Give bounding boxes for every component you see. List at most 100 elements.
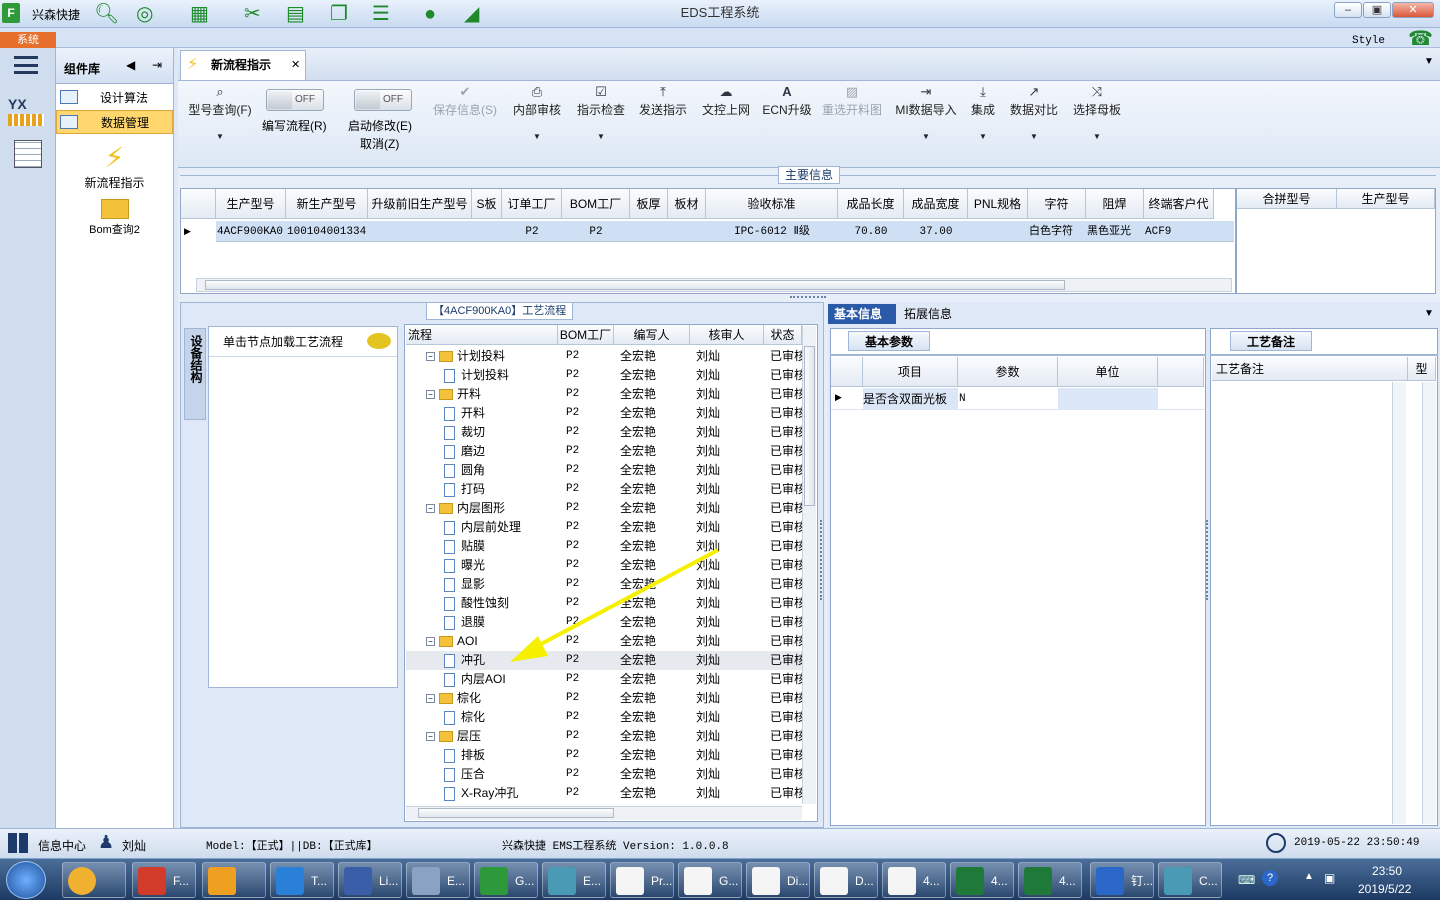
tray-arrow-icon[interactable]: ▲ <box>1304 871 1314 882</box>
column-header[interactable]: 板厚 <box>630 189 668 219</box>
taskbar-item[interactable] <box>202 862 266 898</box>
scissors-icon[interactable]: ✂ <box>244 2 261 26</box>
mi-data-import-button[interactable]: ⇥ MI数据导入 ▼ <box>894 83 958 141</box>
splitter-handle[interactable] <box>790 296 826 300</box>
internal-review-button[interactable]: ⎙ 内部审核 ▼ <box>510 83 564 141</box>
tree-node[interactable]: − 计划投料 <box>426 347 556 366</box>
column-header[interactable]: 流程 <box>406 325 558 345</box>
column-header[interactable]: 终端客户代 <box>1144 189 1214 219</box>
write-flow-toggle[interactable]: OFF <box>266 89 324 111</box>
taskbar-item[interactable]: E... <box>542 862 606 898</box>
table-cell[interactable]: P2 <box>503 222 561 242</box>
system-tab[interactable]: 系统 <box>0 32 56 48</box>
tree-node[interactable]: − 内层图形 <box>426 499 556 518</box>
save-info-button[interactable]: ✔ 保存信息(S) <box>430 83 500 118</box>
tree-row[interactable]: − 棕化 P2 全宏艳 刘灿 已审核 <box>406 689 816 708</box>
help-icon[interactable]: ? <box>1262 870 1278 886</box>
column-header[interactable]: 验收标准 <box>706 189 838 219</box>
table-cell[interactable]: 黑色亚光 <box>1087 222 1143 242</box>
column-header[interactable]: 项目 <box>863 357 958 387</box>
tree-row[interactable]: 计划投料 P2 全宏艳 刘灿 已审核 <box>406 366 816 385</box>
close-button[interactable]: ✕ <box>1392 2 1434 18</box>
table-cell[interactable] <box>669 222 705 242</box>
doc-control-online-button[interactable]: ☁ 文控上网 <box>698 83 754 118</box>
model-query-button[interactable]: ⌕ 型号查询(F) ▼ <box>184 83 256 141</box>
new-process-instruction-item[interactable]: ⚡︎ 新流程指示 <box>56 142 173 191</box>
collapse-icon[interactable]: − <box>426 732 435 742</box>
tree-row[interactable]: 压合 P2 全宏艳 刘灿 已审核 <box>406 765 816 784</box>
table-row[interactable]: ▶ 是否含双面光板 N <box>831 388 1205 410</box>
close-tab-icon[interactable]: ✕ <box>291 51 300 79</box>
windows-grid-icon[interactable] <box>8 833 28 853</box>
collapse-left-icon[interactable]: ◀ <box>126 58 135 72</box>
column-header[interactable]: 核审人 <box>690 325 764 345</box>
taskbar-item[interactable]: C... <box>1158 862 1222 898</box>
taskbar-item[interactable]: 4... <box>950 862 1014 898</box>
start-edit-toggle[interactable]: OFF <box>354 89 412 111</box>
table-cell[interactable] <box>969 222 1027 242</box>
start-button[interactable] <box>6 861 46 899</box>
table-cell[interactable]: 70.80 <box>839 222 903 242</box>
menu-icon[interactable] <box>14 56 38 74</box>
tab-extended-info[interactable]: 拓展信息 <box>898 304 968 324</box>
collapse-icon[interactable]: − <box>426 637 435 647</box>
minimize-button[interactable]: – <box>1334 2 1362 18</box>
tree-node[interactable]: 裁切 <box>444 423 556 442</box>
tree-horizontal-scrollbar[interactable] <box>406 806 802 820</box>
info-tabs-chevron-icon[interactable]: ▼ <box>1424 308 1434 319</box>
tree-node[interactable]: 开料 <box>444 404 556 423</box>
notes-scrollbar-2[interactable] <box>1422 382 1436 824</box>
tree-vertical-scrollbar[interactable] <box>802 326 816 804</box>
list-icon[interactable]: ☰ <box>372 2 390 26</box>
table-cell[interactable]: IPC-6012 Ⅱ级 <box>707 222 837 242</box>
tree-row[interactable]: 圆角 P2 全宏艳 刘灿 已审核 <box>406 461 816 480</box>
table-cell[interactable]: P2 <box>563 222 629 242</box>
taskbar-item[interactable]: Di... <box>746 862 810 898</box>
left-splitter[interactable] <box>820 520 826 600</box>
calendar-icon[interactable] <box>14 140 42 168</box>
collapse-icon[interactable]: − <box>426 352 435 362</box>
tree-node[interactable]: 磨边 <box>444 442 556 461</box>
collapse-icon[interactable]: − <box>426 694 435 704</box>
collapse-icon[interactable]: − <box>426 390 435 400</box>
taskbar-item[interactable]: 钉... <box>1090 862 1154 898</box>
taskbar-item[interactable]: E... <box>406 862 470 898</box>
column-header[interactable]: S板 <box>472 189 502 219</box>
reselect-cutting-button[interactable]: ▨ 重选开料图 <box>820 83 884 118</box>
component-item-data-management[interactable]: 数据管理 <box>56 110 173 134</box>
table-cell[interactable]: 白色字符 <box>1029 222 1085 242</box>
column-header[interactable]: 成品长度 <box>838 189 904 219</box>
column-header[interactable]: 参数 <box>958 357 1058 387</box>
column-header[interactable]: 单位 <box>1058 357 1158 387</box>
column-header[interactable]: 新生产型号 <box>286 189 368 219</box>
data-compare-button[interactable]: ↗ 数据对比 ▼ <box>1008 83 1060 141</box>
param-value[interactable]: N <box>959 388 1057 410</box>
table-cell[interactable] <box>631 222 667 242</box>
select-motherboard-button[interactable]: ⤨ 选择母板 ▼ <box>1070 83 1124 141</box>
tab-basic-params[interactable]: 基本参数 <box>848 331 930 351</box>
taskbar-item[interactable]: F... <box>132 862 196 898</box>
tree-node[interactable]: 排板 <box>444 746 556 765</box>
column-header[interactable]: 合拼型号 <box>1237 189 1337 209</box>
film-icon[interactable]: ▤ <box>286 2 305 26</box>
integrate-button[interactable]: ⤓ 集成 ▼ <box>968 83 998 141</box>
tree-node[interactable]: − 层压 <box>426 727 556 746</box>
column-header[interactable]: BOM工厂 <box>558 325 614 345</box>
network-tray-icon[interactable]: ▣ <box>1324 871 1335 885</box>
column-header[interactable]: 编写人 <box>614 325 690 345</box>
tab-list-chevron-icon[interactable]: ▼ <box>1424 56 1434 67</box>
taskbar-item[interactable]: D... <box>814 862 878 898</box>
tree-row[interactable]: − 开料 P2 全宏艳 刘灿 已审核 <box>406 385 816 404</box>
column-header[interactable]: 成品宽度 <box>904 189 968 219</box>
collapse-icon[interactable]: − <box>426 504 435 514</box>
instruction-check-button[interactable]: ☑ 指示检查 ▼ <box>574 83 628 141</box>
column-header[interactable]: PNL规格 <box>968 189 1028 219</box>
tree-row[interactable]: 排板 P2 全宏艳 刘灿 已审核 <box>406 746 816 765</box>
component-item-design-algorithm[interactable]: 设计算法 <box>56 86 173 110</box>
column-header[interactable]: 状态 <box>764 325 802 345</box>
tree-node[interactable]: 压合 <box>444 765 556 784</box>
style-menu[interactable]: Style <box>1352 35 1385 47</box>
tree-row[interactable]: 磨边 P2 全宏艳 刘灿 已审核 <box>406 442 816 461</box>
tree-node[interactable]: 内层前处理 <box>444 518 556 537</box>
info-center-label[interactable]: 信息中心 <box>38 837 86 854</box>
